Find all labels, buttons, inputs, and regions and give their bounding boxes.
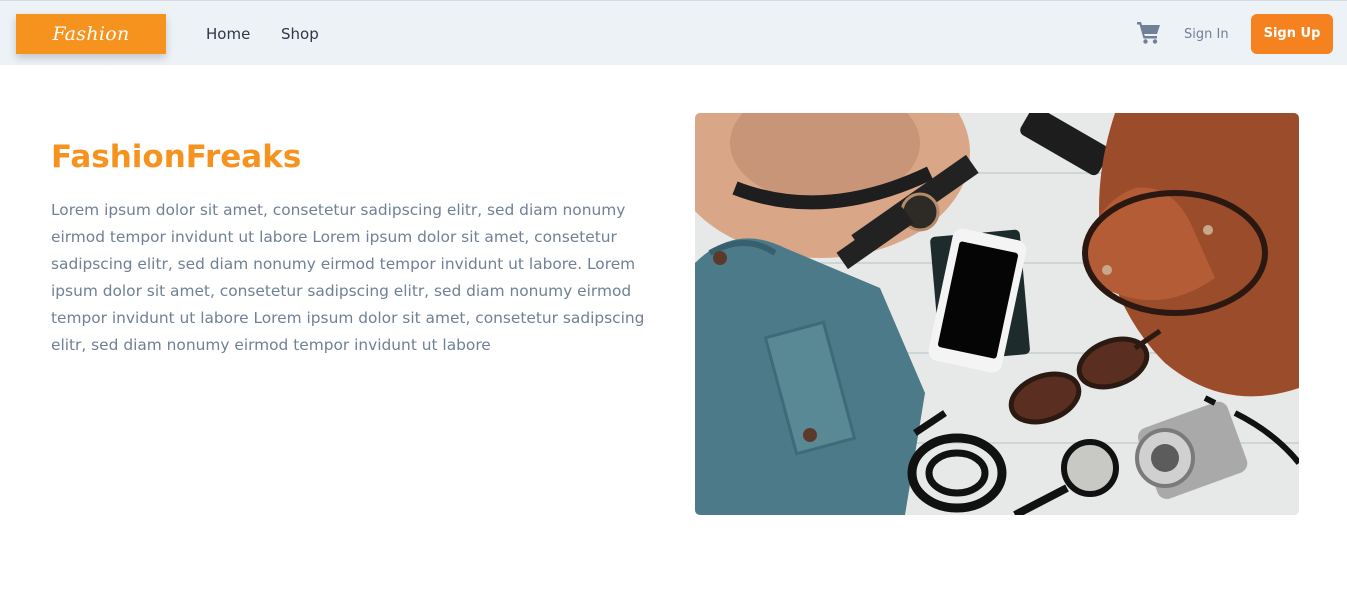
- sign-in-link[interactable]: Sign In: [1184, 25, 1229, 45]
- nav-link-home[interactable]: Home: [206, 23, 250, 45]
- hero-description: Lorem ipsum dolor sit amet, consetetur s…: [51, 201, 645, 354]
- navbar: Fashion Freaks Home Shop Sign In Sign Up: [0, 0, 1347, 85]
- nav-link-shop[interactable]: Shop: [281, 23, 319, 45]
- hero-image: [695, 113, 1299, 515]
- shopping-cart-icon[interactable]: [1136, 19, 1162, 45]
- brand-logo[interactable]: Fashion Freaks: [16, 14, 166, 85]
- sign-up-button[interactable]: Sign Up: [1251, 14, 1333, 54]
- hero-title: FashionFreaks: [51, 139, 302, 175]
